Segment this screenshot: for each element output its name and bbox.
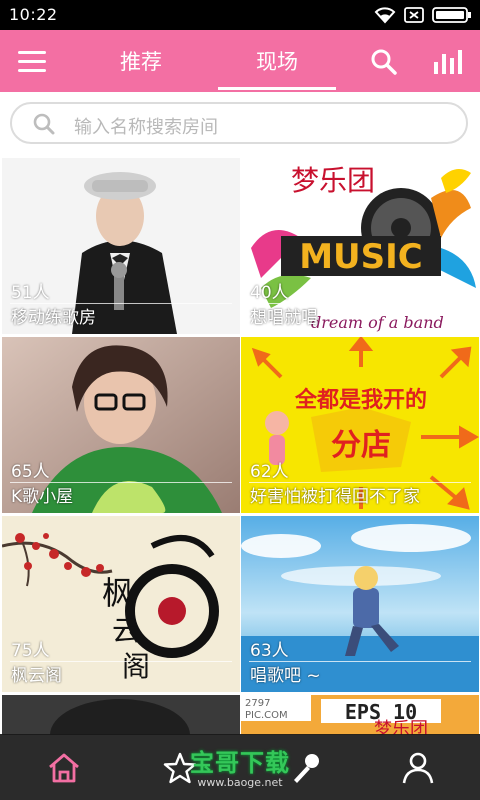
ranking-chart-icon[interactable]	[432, 48, 464, 76]
music-art-text: MUSIC	[299, 237, 423, 277]
art-text: 2797	[245, 698, 270, 709]
room-audience-count: 51人	[11, 283, 50, 303]
room-card[interactable]: MUSIC 梦乐团 dream of a band 40人 想唱就唱	[241, 158, 479, 334]
active-tab-indicator	[218, 87, 336, 90]
room-card[interactable]: 全都是我开的 分店 62人 好害怕被打得回不了家	[241, 337, 479, 513]
room-audience-count: 65人	[11, 462, 50, 482]
search-icon[interactable]	[370, 48, 398, 76]
calligraphy-char: 阁	[122, 650, 150, 683]
no-sim-icon	[404, 6, 424, 24]
status-bar: 10:22	[0, 0, 480, 30]
watermark: 宝哥下载 www.baoge.net	[180, 750, 300, 789]
room-cover-image	[2, 695, 240, 735]
room-card[interactable]: 63人 唱歌吧 ~	[241, 516, 479, 692]
room-name: 枫云阁	[11, 666, 62, 686]
room-audience-count: 62人	[250, 462, 289, 482]
battery-icon	[432, 6, 472, 24]
watermark-title: 宝哥下载	[190, 749, 290, 777]
user-icon[interactable]	[400, 750, 436, 786]
room-card[interactable]: 2797 PIC.COM EPS 10 梦乐团	[241, 695, 479, 735]
tab-recommend[interactable]: 推荐	[86, 46, 196, 76]
band-slogan-text: dream of a band	[311, 313, 444, 332]
poster-big-text: 分店	[331, 428, 391, 463]
calligraphy-char: 云	[112, 614, 140, 647]
room-card[interactable]: 枫 云 阁 75人 枫云阁	[2, 516, 240, 692]
room-search-input[interactable]: 输入名称搜索房间	[10, 102, 468, 144]
room-audience-count: 75人	[11, 641, 50, 661]
room-card[interactable]	[2, 695, 240, 735]
band-logo-text: 梦乐团	[291, 164, 375, 197]
room-card[interactable]: 65人 K歌小屋	[2, 337, 240, 513]
calligraphy-char: 枫	[102, 574, 134, 612]
room-audience-count: 63人	[250, 641, 289, 661]
room-name: 唱歌吧 ~	[250, 666, 321, 686]
status-icons	[374, 6, 472, 24]
room-name: 好害怕被打得回不了家	[250, 487, 420, 507]
art-text: PIC.COM	[245, 710, 288, 721]
room-card[interactable]: 51人 移动练歌房	[2, 158, 240, 334]
watermark-url: www.baoge.net	[197, 776, 283, 789]
room-cover-image: 2797 PIC.COM EPS 10 梦乐团	[241, 695, 479, 735]
room-name: 移动练歌房	[11, 308, 96, 328]
app-header: 推荐 现场	[0, 30, 480, 92]
art-text: 梦乐团	[374, 719, 428, 735]
search-area: 输入名称搜索房间	[0, 92, 480, 156]
tab-live[interactable]: 现场	[222, 46, 332, 76]
room-name: K歌小屋	[11, 487, 74, 507]
search-placeholder: 输入名称搜索房间	[74, 117, 218, 138]
home-icon[interactable]	[46, 750, 82, 786]
menu-icon[interactable]	[18, 51, 46, 73]
wifi-icon	[374, 6, 396, 24]
search-icon	[32, 112, 56, 140]
poster-text: 全都是我开的	[294, 387, 427, 413]
room-name: 想唱就唱	[250, 308, 318, 328]
room-audience-count: 40人	[250, 283, 289, 303]
room-grid: 51人 移动练歌房 MUSIC 梦乐团 dream of a band 40人 …	[0, 158, 480, 735]
bottom-navigation: 宝哥下载 www.baoge.net	[0, 734, 480, 800]
status-time: 10:22	[9, 5, 58, 24]
